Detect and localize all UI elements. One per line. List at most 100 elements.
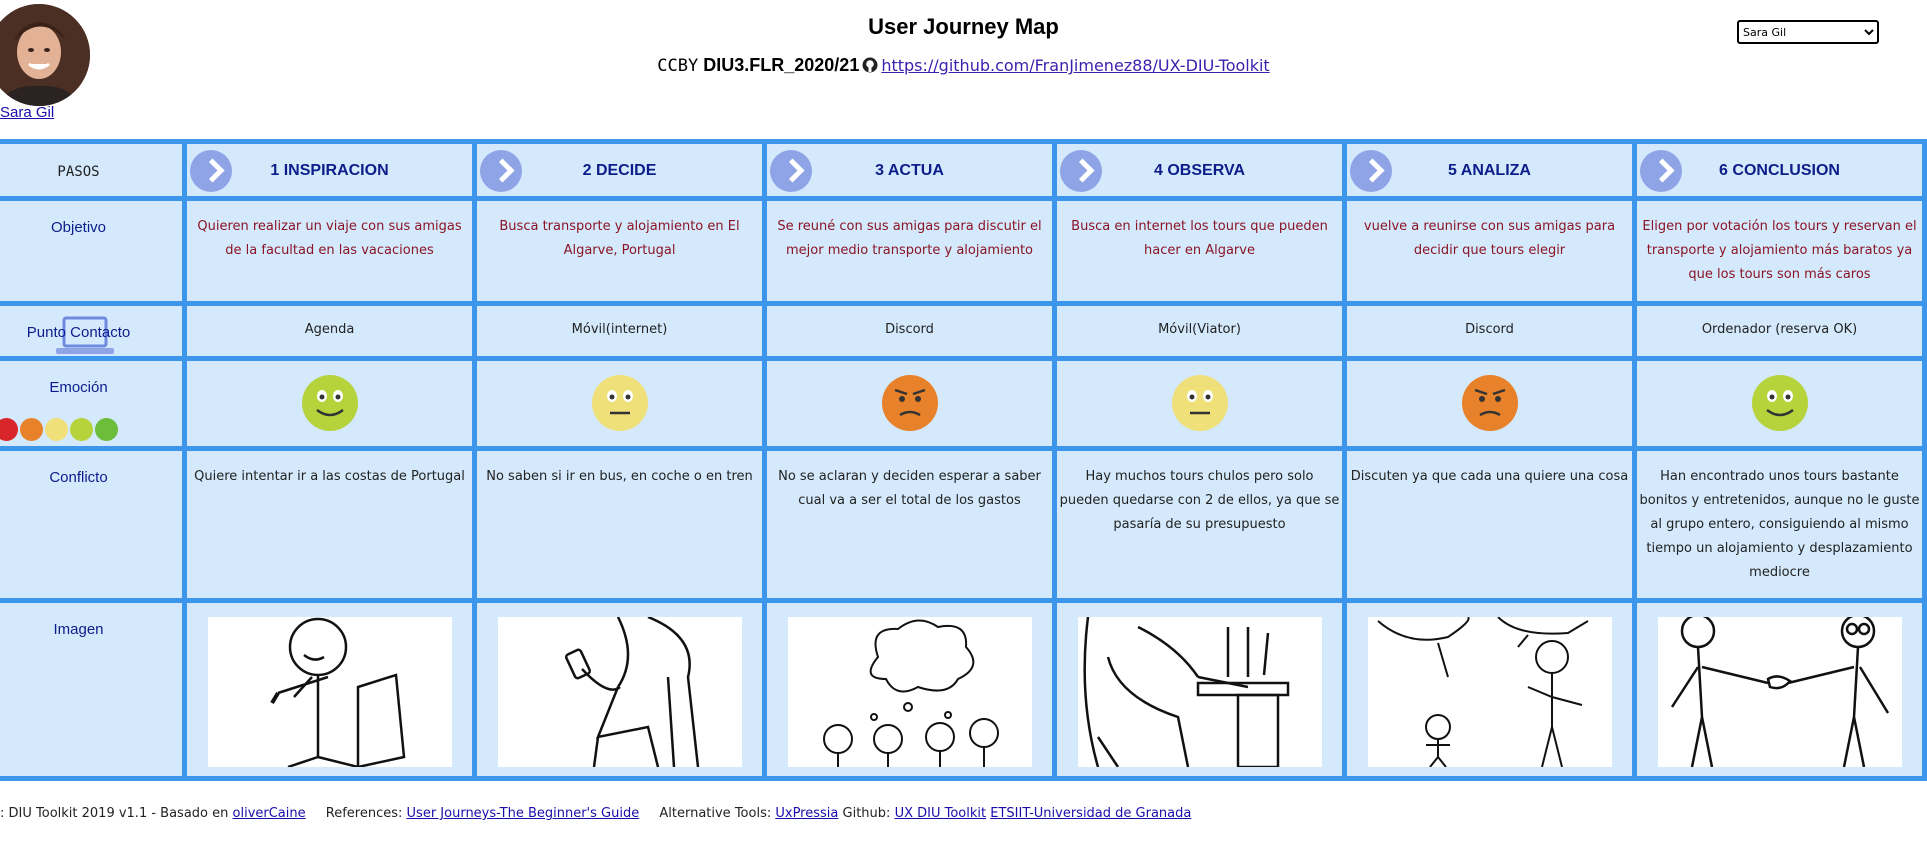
contact-header-cell: Punto Contacto bbox=[0, 301, 187, 361]
contact-cell: Discord bbox=[1342, 301, 1637, 361]
step-cell: 5 ANALIZA bbox=[1342, 139, 1637, 201]
image-cell bbox=[472, 598, 767, 781]
happy-face-icon bbox=[1751, 375, 1808, 431]
image-label: Imagen bbox=[53, 621, 104, 638]
neutral-face-icon bbox=[591, 375, 648, 431]
repo-link[interactable]: https://github.com/FranJimenez88/UX-DIU-… bbox=[881, 56, 1269, 75]
conflict-text: Han encontrado unos tours bastante bonit… bbox=[1639, 469, 1920, 580]
steps-header-cell: PASOS bbox=[0, 139, 187, 201]
objective-label: Objetivo bbox=[50, 219, 107, 236]
conflict-text: Hay muchos tours chulos pero solo pueden… bbox=[1059, 469, 1340, 532]
user-select[interactable]: Sara Gil bbox=[1737, 20, 1879, 44]
image-cell bbox=[182, 598, 477, 781]
steps-row: PASOS 1 INSPIRACION 2 DECIDE 3 ACTUA 4 O… bbox=[0, 139, 1927, 201]
credit-link[interactable]: oliverCaine bbox=[233, 806, 306, 821]
uxpressia-link[interactable]: UxPressia bbox=[775, 806, 838, 821]
emotion-cell bbox=[1052, 356, 1347, 451]
objective-cell: Eligen por votación los tours y reservan… bbox=[1632, 196, 1927, 306]
neutral-face-icon bbox=[45, 418, 68, 441]
step-title: 4 OBSERVA bbox=[1154, 162, 1245, 179]
group-thinking-sketch bbox=[787, 617, 1032, 767]
objective-text: Busca en internet los tours que pueden h… bbox=[1071, 219, 1328, 258]
objective-cell: Busca transporte y alojamiento en El Alg… bbox=[472, 196, 767, 306]
emotion-cell bbox=[1342, 356, 1637, 451]
university-link[interactable]: ETSIIT-Universidad de Granada bbox=[990, 806, 1191, 821]
conflict-text: No se aclaran y deciden esperar a saber … bbox=[778, 469, 1041, 508]
step-cell: 1 INSPIRACION bbox=[182, 139, 477, 201]
content-face-icon bbox=[70, 418, 93, 441]
toolkit-link[interactable]: UX DIU Toolkit bbox=[895, 806, 987, 821]
footer-credit: : DIU Toolkit 2019 v1.1 - Basado en bbox=[0, 806, 229, 821]
conflict-label: Conflicto bbox=[49, 469, 108, 486]
references-link[interactable]: User Journeys-The Beginner's Guide bbox=[407, 806, 640, 821]
step-cell: 3 ACTUA bbox=[762, 139, 1057, 201]
image-cell bbox=[762, 598, 1057, 781]
objective-row: Objetivo Quieren realizar un viaje con s… bbox=[0, 196, 1927, 306]
conflict-row: Conflicto Quiere intentar ir a las costa… bbox=[0, 446, 1927, 603]
conflict-text: No saben si ir en bus, en coche o en tre… bbox=[486, 469, 753, 484]
arrow-right-icon bbox=[480, 150, 522, 192]
user-name-link[interactable]: Sara Gil bbox=[0, 104, 54, 121]
objective-cell: Se reuné con sus amigas para discutir el… bbox=[762, 196, 1057, 306]
objective-text: Quieren realizar un viaje con sus amigas… bbox=[197, 219, 462, 258]
arrow-right-icon bbox=[1640, 150, 1682, 192]
arrow-right-icon bbox=[1060, 150, 1102, 192]
github-icon bbox=[862, 57, 878, 73]
cc-label: CCBY bbox=[657, 56, 699, 76]
emotion-header-cell: Emoción bbox=[0, 356, 187, 451]
conflict-cell: Han encontrado unos tours bastante bonit… bbox=[1632, 446, 1927, 603]
contact-text: Agenda bbox=[304, 322, 355, 337]
journey-map-table: PASOS 1 INSPIRACION 2 DECIDE 3 ACTUA 4 O… bbox=[0, 139, 1927, 781]
emotion-label: Emoción bbox=[49, 379, 108, 396]
license-line: CCBY DIU3.FLR_2020/21 https://github.com/… bbox=[0, 55, 1927, 76]
objective-text: Se reuné con sus amigas para discutir el… bbox=[777, 219, 1042, 258]
annoyed-face-icon bbox=[881, 375, 938, 431]
step-title: 3 ACTUA bbox=[875, 162, 944, 179]
neutral-face-icon bbox=[1171, 375, 1228, 431]
contact-cell: Móvil(internet) bbox=[472, 301, 767, 361]
conflict-header-cell: Conflicto bbox=[0, 446, 187, 603]
objective-cell: Busca en internet los tours que pueden h… bbox=[1052, 196, 1347, 306]
happy-face-icon bbox=[95, 418, 118, 441]
emotion-cell bbox=[472, 356, 767, 451]
emotion-cell bbox=[182, 356, 477, 451]
contact-cell: Discord bbox=[762, 301, 1057, 361]
handshake-sketch bbox=[1657, 617, 1902, 767]
person-thinking-sketch bbox=[207, 617, 452, 767]
arrow-right-icon bbox=[1350, 150, 1392, 192]
annoyed-face-icon bbox=[20, 418, 43, 441]
person-phone-sketch bbox=[497, 617, 742, 767]
objective-header-cell: Objetivo bbox=[0, 196, 187, 306]
conflict-text: Discuten ya que cada una quiere una cosa bbox=[1350, 469, 1629, 484]
image-header-cell: Imagen bbox=[0, 598, 187, 781]
footer: : DIU Toolkit 2019 v1.1 - Basado en oliv… bbox=[0, 806, 1191, 821]
contact-text: Móvil(internet) bbox=[571, 322, 668, 337]
alternative-tools-label: Alternative Tools: bbox=[659, 806, 772, 821]
github-label: Github: bbox=[842, 806, 891, 821]
objective-text: Eligen por votación los tours y reservan… bbox=[1642, 219, 1917, 282]
step-title: 2 DECIDE bbox=[582, 162, 657, 179]
contact-row: Punto Contacto Agenda Móvil(internet) Di… bbox=[0, 301, 1927, 361]
objective-text: vuelve a reunirse con sus amigas para de… bbox=[1363, 219, 1616, 258]
conflict-cell: Discuten ya que cada una quiere una cosa bbox=[1342, 446, 1637, 603]
step-title: 6 CONCLUSION bbox=[1719, 162, 1840, 179]
contact-text: Discord bbox=[885, 322, 934, 337]
person-computer-sketch bbox=[1077, 617, 1322, 767]
happy-face-icon bbox=[301, 375, 358, 431]
annoyed-face-icon bbox=[1461, 375, 1518, 431]
image-cell bbox=[1632, 598, 1927, 781]
arrow-right-icon bbox=[770, 150, 812, 192]
objective-text: Busca transporte y alojamiento en El Alg… bbox=[499, 219, 740, 258]
emotion-scale-legend bbox=[0, 418, 120, 445]
angry-face-icon bbox=[0, 418, 18, 441]
people-arguing-sketch bbox=[1367, 617, 1612, 767]
image-cell bbox=[1342, 598, 1637, 781]
step-title: 5 ANALIZA bbox=[1448, 162, 1531, 179]
emotion-cell bbox=[762, 356, 1057, 451]
step-title: 1 INSPIRACION bbox=[270, 162, 389, 179]
contact-cell: Móvil(Viator) bbox=[1052, 301, 1347, 361]
objective-cell: Quieren realizar un viaje con sus amigas… bbox=[182, 196, 477, 306]
step-cell: 2 DECIDE bbox=[472, 139, 767, 201]
conflict-cell: No saben si ir en bus, en coche o en tre… bbox=[472, 446, 767, 603]
image-cell bbox=[1052, 598, 1347, 781]
